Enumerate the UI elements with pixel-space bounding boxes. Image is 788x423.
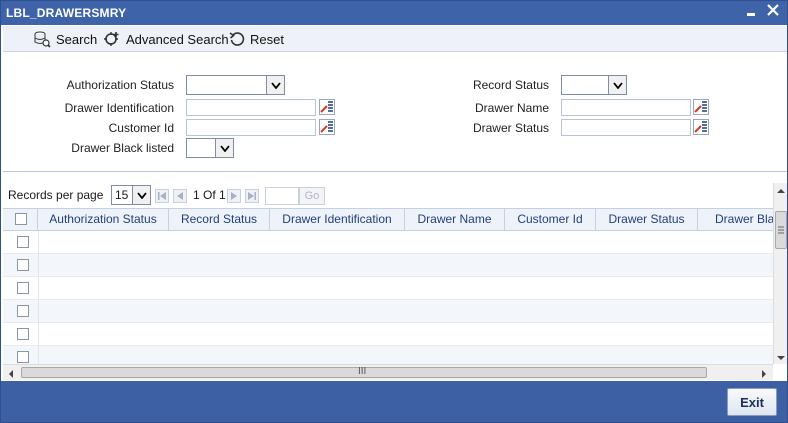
record-status-select[interactable] bbox=[561, 75, 627, 95]
list-of-values-icon[interactable] bbox=[693, 119, 709, 135]
next-page-icon[interactable] bbox=[227, 189, 241, 203]
table-row[interactable] bbox=[3, 254, 773, 277]
go-button[interactable]: Go bbox=[299, 187, 325, 205]
drawer-identification-field[interactable] bbox=[186, 99, 316, 116]
database-search-icon bbox=[33, 30, 51, 48]
chevron-down-icon bbox=[215, 139, 233, 157]
records-per-page-value: 15 bbox=[115, 188, 129, 202]
advanced-search-button[interactable]: Advanced Search bbox=[103, 29, 229, 49]
table-row[interactable] bbox=[3, 323, 773, 346]
records-per-page-select[interactable]: 15 bbox=[111, 185, 151, 205]
list-of-values-icon[interactable] bbox=[319, 119, 335, 135]
customer-id-field[interactable] bbox=[186, 119, 316, 136]
column-header-drawer-name[interactable]: Drawer Name bbox=[405, 209, 505, 230]
records-per-page-label: Records per page bbox=[8, 188, 104, 202]
column-header-record-status[interactable]: Record Status bbox=[169, 209, 270, 230]
vertical-scroll-thumb[interactable] bbox=[775, 211, 787, 249]
drawer-black-listed-label: Drawer Black listed bbox=[71, 141, 174, 155]
footer-bar: Exit bbox=[1, 381, 787, 422]
row-checkbox[interactable] bbox=[17, 305, 29, 317]
previous-page-icon[interactable] bbox=[173, 189, 187, 203]
customer-id-label: Customer Id bbox=[108, 121, 174, 135]
list-of-values-icon[interactable] bbox=[693, 99, 709, 115]
scroll-down-icon[interactable] bbox=[776, 352, 786, 362]
chevron-down-icon bbox=[132, 186, 150, 204]
drawer-identification-label: Drawer Identification bbox=[64, 101, 174, 115]
column-header-drawer-black-listed[interactable]: Drawer Bla bbox=[698, 209, 773, 230]
row-checkbox[interactable] bbox=[17, 236, 29, 248]
authorization-status-select[interactable] bbox=[186, 75, 285, 95]
drawer-black-listed-select[interactable] bbox=[186, 138, 234, 158]
first-page-icon[interactable] bbox=[155, 189, 169, 203]
row-checkbox[interactable] bbox=[17, 282, 29, 294]
record-status-label: Record Status bbox=[472, 78, 549, 92]
drawer-status-field[interactable] bbox=[561, 119, 691, 136]
search-criteria-panel: Authorization Status Record Status Drawe… bbox=[3, 52, 787, 172]
grid-header: Authorization Status Record Status Drawe… bbox=[3, 208, 773, 231]
row-checkbox[interactable] bbox=[17, 328, 29, 340]
cell-divider bbox=[38, 231, 39, 254]
table-row[interactable] bbox=[3, 346, 773, 364]
horizontal-scrollbar[interactable]: III bbox=[3, 364, 773, 380]
page-info: 1 Of 1 bbox=[193, 188, 226, 202]
scroll-grip: III bbox=[358, 366, 367, 377]
close-icon[interactable] bbox=[765, 4, 781, 20]
column-header-drawer-identification[interactable]: Drawer Identification bbox=[270, 209, 405, 230]
goto-page-input[interactable] bbox=[265, 187, 299, 205]
last-page-icon[interactable] bbox=[245, 189, 259, 203]
pagination-bar: Records per page 15 1 Of 1 Go bbox=[3, 183, 773, 207]
cell-divider bbox=[38, 346, 39, 364]
advanced-search-label: Advanced Search bbox=[126, 31, 229, 47]
search-button[interactable]: Search bbox=[33, 29, 97, 49]
search-label: Search bbox=[56, 31, 98, 47]
scroll-up-icon[interactable] bbox=[776, 185, 786, 195]
title-bar: LBL_DRAWERSMRY bbox=[1, 1, 787, 25]
column-header-drawer-status[interactable]: Drawer Status bbox=[596, 209, 698, 230]
scroll-left-icon[interactable] bbox=[6, 368, 16, 378]
table-row[interactable] bbox=[3, 231, 773, 254]
advanced-search-icon bbox=[103, 30, 121, 48]
results-grid: Authorization Status Record Status Drawe… bbox=[3, 208, 773, 364]
scroll-right-icon[interactable] bbox=[759, 368, 769, 378]
drawer-summary-window: LBL_DRAWERSMRY Search Advanced Search Re… bbox=[0, 0, 788, 423]
cell-divider bbox=[38, 277, 39, 300]
reset-button[interactable]: Reset bbox=[229, 29, 284, 49]
select-all-checkbox[interactable] bbox=[15, 213, 27, 225]
table-row[interactable] bbox=[3, 277, 773, 300]
chevron-down-icon bbox=[266, 76, 284, 94]
drawer-name-label: Drawer Name bbox=[474, 101, 549, 115]
select-all-cell bbox=[3, 209, 38, 230]
row-checkbox[interactable] bbox=[17, 351, 29, 363]
column-header-authorization-status[interactable]: Authorization Status bbox=[38, 209, 169, 230]
list-of-values-icon[interactable] bbox=[319, 99, 335, 115]
chevron-down-icon bbox=[608, 76, 626, 94]
drawer-name-field[interactable] bbox=[561, 99, 691, 116]
horizontal-scroll-thumb[interactable]: III bbox=[21, 366, 707, 378]
exit-button[interactable]: Exit bbox=[727, 388, 777, 416]
window-title: LBL_DRAWERSMRY bbox=[6, 6, 127, 20]
drawer-status-label: Drawer Status bbox=[472, 121, 549, 135]
reset-label: Reset bbox=[250, 31, 284, 47]
toolbar: Search Advanced Search Reset bbox=[3, 26, 787, 52]
cell-divider bbox=[38, 323, 39, 346]
authorization-status-label: Authorization Status bbox=[66, 78, 174, 92]
cell-divider bbox=[38, 300, 39, 323]
table-row[interactable] bbox=[3, 300, 773, 323]
vertical-scrollbar[interactable] bbox=[773, 183, 787, 364]
reset-icon bbox=[229, 31, 245, 47]
minimize-icon[interactable] bbox=[743, 4, 759, 20]
cell-divider bbox=[38, 254, 39, 277]
row-checkbox[interactable] bbox=[17, 259, 29, 271]
column-header-customer-id[interactable]: Customer Id bbox=[505, 209, 596, 230]
